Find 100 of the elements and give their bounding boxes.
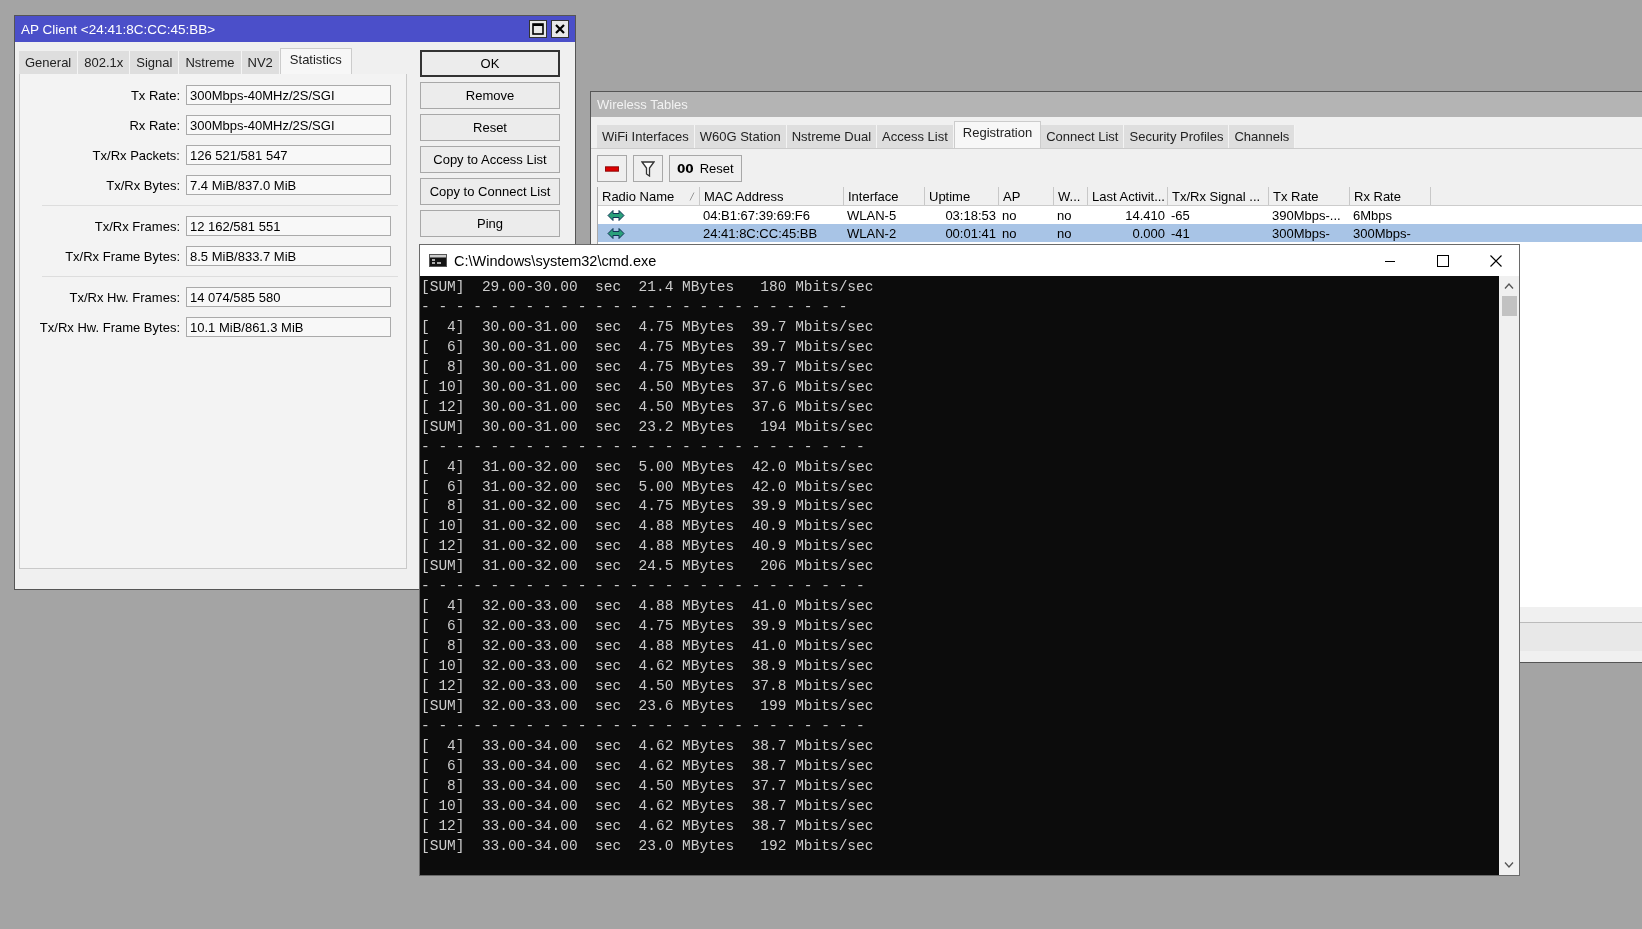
tab[interactable]: Access List xyxy=(877,125,954,148)
value-field[interactable]: 14 074/585 580 xyxy=(186,287,391,307)
console-line: [ 6] 31.00-32.00 sec 5.00 MBytes 42.0 Mbits/sec xyxy=(421,477,874,497)
table-cell-text: -41 xyxy=(1170,225,1191,241)
double-arrow-icon xyxy=(607,208,625,222)
console-line: [ 4] 32.00-33.00 sec 4.88 MBytes 41.0 Mbits/sec xyxy=(421,597,874,617)
console-icon xyxy=(429,254,447,267)
remove-button[interactable] xyxy=(597,155,627,182)
table-cell-text: WLAN-5 xyxy=(846,207,898,223)
console-line: - - - - - - - - - - - - - - - - - - - - - - - - - - xyxy=(421,716,865,736)
value-field[interactable]: 300Mbps-40MHz/2S/SGI xyxy=(186,85,391,105)
scroll-thumb[interactable] xyxy=(1501,296,1517,316)
console-line: [ 12] 31.00-32.00 sec 4.88 MBytes 40.9 Mbits/sec xyxy=(421,537,874,557)
table-cell-text: no xyxy=(1001,207,1018,223)
console-line: [ 12] 30.00-31.00 sec 4.50 MBytes 37.6 Mbits/sec xyxy=(421,397,874,417)
table-cell-text: 300Mbps- xyxy=(1271,225,1331,241)
console-line: - - - - - - - - - - - - - - - - - - - - - - - - - - xyxy=(421,437,865,457)
column-header[interactable]: Rx Rate xyxy=(1350,187,1431,205)
scroll-down-icon[interactable] xyxy=(1504,861,1514,869)
value-field[interactable]: 10.1 MiB/861.3 MiB xyxy=(186,317,391,337)
field-label: Tx/Rx Frame Bytes: xyxy=(64,248,181,264)
column-header[interactable]: W... xyxy=(1054,187,1088,205)
table-cell-text: 00:01:41 xyxy=(944,225,997,241)
console-line: [SUM] 31.00-32.00 sec 24.5 MBytes 206 Mbits/sec xyxy=(421,557,874,577)
table-cell-text: 6Mbps xyxy=(1352,207,1394,223)
tab[interactable]: 802.1x xyxy=(78,51,131,74)
tab[interactable]: Nstreme Dual xyxy=(786,125,878,148)
tab[interactable]: Registration xyxy=(953,121,1042,148)
tab[interactable]: Channels xyxy=(1229,125,1296,148)
close-icon[interactable] xyxy=(1490,254,1502,267)
table-row[interactable]: 04:B1:67:39:69:F6 WLAN-5 03:18:53 no no 14.410 -65 390Mbps-... 6Mbps xyxy=(598,206,1642,224)
tab[interactable]: Connect List xyxy=(1041,125,1125,148)
tab[interactable]: NV2 xyxy=(241,51,280,74)
console-line: [SUM] 30.00-31.00 sec 23.2 MBytes 194 Mbits/sec xyxy=(421,417,874,437)
dialog-button[interactable]: Reset xyxy=(420,114,560,141)
dialog-button[interactable]: Copy to Access List xyxy=(420,146,560,173)
minus-icon xyxy=(605,165,619,172)
console-line: [ 8] 33.00-34.00 sec 4.50 MBytes 37.7 Mbits/sec xyxy=(421,776,874,796)
maximize-icon[interactable] xyxy=(1437,254,1449,267)
console-line: [ 8] 30.00-31.00 sec 4.75 MBytes 39.7 Mbits/sec xyxy=(421,357,874,377)
scroll-up-icon[interactable] xyxy=(1504,282,1514,290)
column-header[interactable]: AP xyxy=(999,187,1054,205)
table-cell-text: no xyxy=(1056,207,1073,223)
filter-icon xyxy=(641,160,655,177)
scrollbar[interactable] xyxy=(1499,276,1519,875)
console-line: [ 12] 33.00-34.00 sec 4.62 MBytes 38.7 Mbits/sec xyxy=(421,816,874,836)
console-line: [ 12] 32.00-33.00 sec 4.50 MBytes 37.8 Mbits/sec xyxy=(421,677,874,697)
value-field[interactable]: 12 162/581 551 xyxy=(186,216,391,236)
column-header[interactable]: Last Activit... xyxy=(1088,187,1168,205)
console-line: [ 10] 30.00-31.00 sec 4.50 MBytes 37.6 Mbits/sec xyxy=(421,377,874,397)
double-arrow-icon xyxy=(607,226,625,240)
table-cell-text: 300Mbps- xyxy=(1352,225,1412,241)
window-title: AP Client <24:41:8C:CC:45:BB> xyxy=(21,21,217,37)
tab[interactable]: WiFi Interfaces xyxy=(597,125,695,148)
column-header[interactable]: Tx Rate xyxy=(1269,187,1350,205)
dialog-button[interactable]: Ping xyxy=(420,210,560,237)
console-line: - - - - - - - - - - - - - - - - - - - - - - - - - - xyxy=(421,577,865,597)
column-header[interactable]: Interface xyxy=(844,187,925,205)
reset-button[interactable]: 00 Reset xyxy=(669,155,742,182)
column-header[interactable]: MAC Address xyxy=(700,187,844,205)
dialog-button[interactable]: Remove xyxy=(420,82,560,109)
column-header[interactable]: Radio Name xyxy=(598,187,700,205)
tab[interactable]: General xyxy=(19,51,79,74)
column-header[interactable]: Uptime xyxy=(925,187,999,205)
table-cell-text: 04:B1:67:39:69:F6 xyxy=(702,207,811,223)
console-line: [ 6] 32.00-33.00 sec 4.75 MBytes 39.9 Mbits/sec xyxy=(421,617,874,637)
console-line: [ 10] 33.00-34.00 sec 4.62 MBytes 38.7 Mbits/sec xyxy=(421,796,874,816)
filter-button[interactable] xyxy=(633,155,663,182)
tab[interactable]: Nstreme xyxy=(179,51,242,74)
close-icon[interactable] xyxy=(551,20,569,38)
value-field[interactable]: 300Mbps-40MHz/2S/SGI xyxy=(186,115,391,135)
tab[interactable]: W60G Station xyxy=(694,125,787,148)
console-line: [ 8] 32.00-33.00 sec 4.88 MBytes 41.0 Mbits/sec xyxy=(421,637,874,657)
console-line: [ 6] 30.00-31.00 sec 4.75 MBytes 39.7 Mbits/sec xyxy=(421,337,874,357)
field-label: Tx/Rx Packets: xyxy=(91,147,181,163)
value-field[interactable]: 126 521/581 547 xyxy=(186,145,391,165)
console-line: [ 6] 33.00-34.00 sec 4.62 MBytes 38.7 Mbits/sec xyxy=(421,756,874,776)
console-line: [SUM] 32.00-33.00 sec 23.6 MBytes 199 Mbits/sec xyxy=(421,697,874,716)
console-line: [ 10] 31.00-32.00 sec 4.88 MBytes 40.9 Mbits/sec xyxy=(421,517,874,537)
field-label: Tx/Rx Frames: xyxy=(93,218,181,234)
tab[interactable]: Statistics xyxy=(279,48,352,74)
console-line: [ 4] 30.00-31.00 sec 4.75 MBytes 39.7 Mbits/sec xyxy=(421,317,874,337)
table-cell-text: 03:18:53 xyxy=(944,207,997,223)
tab[interactable]: Security Profiles xyxy=(1124,125,1230,148)
column-header[interactable]: Tx/Rx Signal ... xyxy=(1168,187,1269,205)
field-label: Rx Rate: xyxy=(128,117,181,133)
maximize-icon[interactable] xyxy=(529,20,547,38)
window-title: C:\Windows\system32\cmd.exe xyxy=(454,252,658,269)
dialog-button[interactable]: OK xyxy=(420,50,560,77)
dialog-button[interactable]: Copy to Connect List xyxy=(420,178,560,205)
table-row[interactable]: 24:41:8C:CC:45:BB WLAN-2 00:01:41 no no 0.000 -41 300Mbps- 300Mbps- xyxy=(598,224,1642,242)
field-label: Tx/Rx Bytes: xyxy=(105,177,181,193)
value-field[interactable]: 7.4 MiB/837.0 MiB xyxy=(186,175,391,195)
console-line: [ 10] 32.00-33.00 sec 4.62 MBytes 38.9 Mbits/sec xyxy=(421,657,874,677)
tab[interactable]: Signal xyxy=(130,51,180,74)
field-label: Tx Rate: xyxy=(129,87,181,103)
table-cell-text: -65 xyxy=(1170,207,1191,223)
table-cell-text: 14.410 xyxy=(1124,207,1166,223)
value-field[interactable]: 8.5 MiB/833.7 MiB xyxy=(186,246,391,266)
window-title: Wireless Tables xyxy=(597,97,688,112)
